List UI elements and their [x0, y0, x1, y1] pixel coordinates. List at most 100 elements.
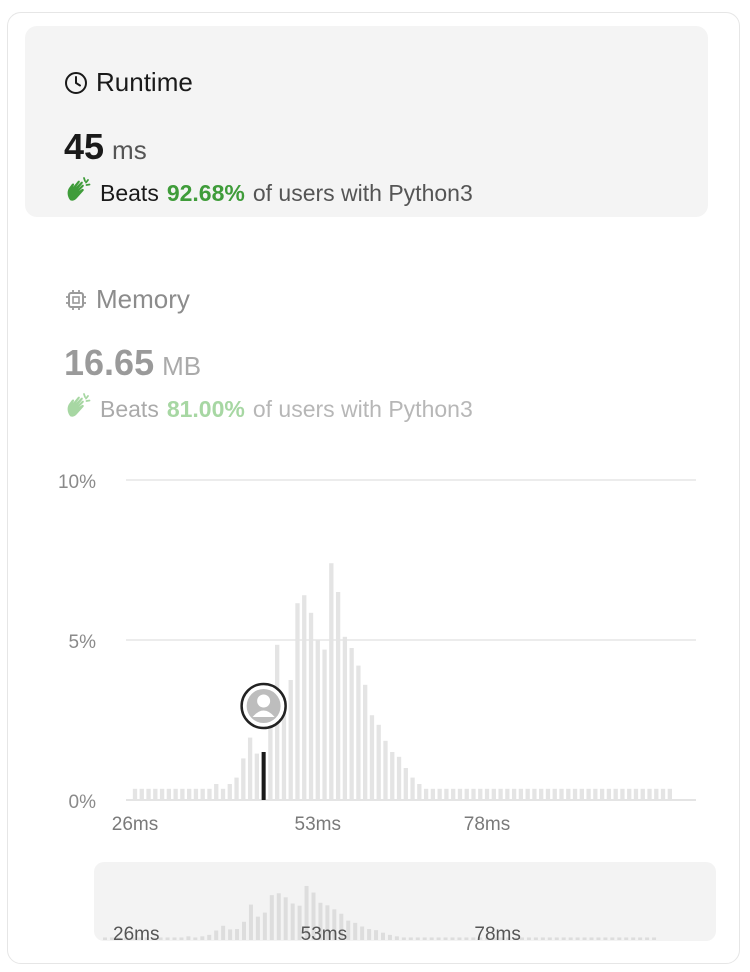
- distribution-bar: [423, 788, 429, 800]
- distribution-bar: [444, 788, 449, 800]
- distribution-bar: [579, 788, 584, 800]
- distribution-bar: [545, 788, 551, 800]
- overview-bar: [561, 937, 566, 940]
- avatar-head: [257, 694, 271, 708]
- distribution-bar: [633, 788, 639, 800]
- distribution-bar: [390, 752, 395, 800]
- overview-bar: [394, 936, 399, 940]
- distribution-bar: [207, 788, 212, 800]
- distribution-bar: [295, 603, 300, 800]
- runtime-distribution-chart: 0% 5% 10% 26ms 53ms 78ms 26ms 53ms 78ms: [58, 472, 696, 945]
- overview-bar: [617, 937, 622, 940]
- distribution-bar: [430, 788, 436, 800]
- distribution-bar: [586, 788, 591, 800]
- overview-bar: [214, 930, 219, 940]
- distribution-bar: [498, 788, 503, 800]
- distribution-bar: [288, 680, 293, 800]
- y-tick-label: 10%: [58, 472, 96, 493]
- distribution-bar: [640, 788, 645, 800]
- distribution-bar: [200, 788, 205, 800]
- overview-bar: [631, 937, 636, 940]
- overview-bar: [248, 904, 253, 940]
- distribution-bar: [220, 788, 226, 800]
- distribution-bar: [166, 788, 171, 800]
- distribution-bar: [654, 788, 659, 800]
- overview-bar: [207, 934, 212, 940]
- distribution-bar: [308, 612, 314, 800]
- distribution-bar: [599, 788, 605, 800]
- distribution-bar: [505, 788, 510, 800]
- x-tick-label: 78ms: [464, 814, 510, 835]
- overview-bar: [596, 937, 601, 940]
- overview-bar: [360, 926, 365, 940]
- distribution-bar: [471, 788, 476, 800]
- overview-bar: [186, 936, 191, 940]
- overview-bar: [283, 897, 288, 940]
- distribution-bar: [234, 777, 239, 800]
- overview-bar: [638, 937, 643, 940]
- distribution-bar: [369, 715, 375, 800]
- overview-bar: [269, 895, 274, 940]
- overview-bar: [554, 937, 559, 940]
- overview-bar: [179, 937, 184, 940]
- distribution-bar: [518, 788, 524, 800]
- distribution-bar: [349, 648, 354, 800]
- distribution-bar: [437, 788, 442, 800]
- distribution-bar: [322, 649, 327, 800]
- your-runtime-bar: [261, 752, 266, 800]
- distribution-bar: [146, 788, 151, 800]
- overview-bar: [547, 937, 552, 940]
- distribution-bar: [153, 788, 158, 800]
- overview-bar: [415, 937, 420, 940]
- overview-bar: [276, 893, 281, 940]
- overview-bar: [353, 922, 358, 940]
- overview-tick-label: 26ms: [113, 924, 159, 945]
- distribution-bar: [647, 788, 652, 800]
- distribution-bar: [187, 788, 192, 800]
- overview-bar: [526, 937, 531, 940]
- overview-bar: [575, 937, 580, 940]
- overview-bar: [624, 937, 629, 940]
- distribution-bar: [417, 784, 422, 800]
- distribution-bar: [247, 737, 253, 800]
- distribution-bar: [478, 788, 483, 800]
- overview-bar: [464, 937, 469, 940]
- distribution-bar: [566, 788, 571, 800]
- distribution-bar: [268, 720, 273, 800]
- distribution-bar: [376, 724, 381, 800]
- distribution-bar: [315, 640, 320, 800]
- distribution-bar: [457, 788, 463, 800]
- overview-bar: [568, 937, 573, 940]
- distribution-bar: [132, 788, 138, 800]
- distribution-bar: [329, 563, 334, 800]
- distribution-bar: [572, 788, 578, 800]
- distribution-bar: [606, 788, 612, 800]
- overview-bar: [290, 903, 295, 940]
- overview-bar: [221, 925, 226, 940]
- overview-bar: [193, 937, 198, 940]
- overview-bar: [401, 937, 406, 940]
- distribution-bar: [173, 788, 178, 800]
- overview-bar: [165, 937, 170, 940]
- distribution-bar: [532, 788, 537, 800]
- overview-bar: [645, 937, 650, 940]
- distribution-bar: [667, 788, 672, 800]
- overview-bar: [603, 937, 608, 940]
- x-tick-label: 26ms: [112, 814, 158, 835]
- overview-bar: [533, 937, 538, 940]
- distribution-bar: [356, 665, 361, 800]
- y-tick-label: 0%: [69, 792, 97, 813]
- overview-tick-label: 78ms: [474, 924, 520, 945]
- overview-bar: [450, 937, 455, 940]
- distribution-bar: [511, 788, 517, 800]
- overview-bar: [582, 937, 587, 940]
- overview-bar: [429, 937, 434, 940]
- distribution-bar: [139, 788, 144, 800]
- distribution-bar: [363, 684, 368, 800]
- overview-bar: [652, 937, 657, 940]
- overview-bar: [255, 916, 260, 940]
- overview-bar: [242, 921, 246, 940]
- overview-bar: [228, 929, 233, 940]
- overview-bar: [540, 937, 545, 940]
- distribution-bar: [159, 788, 165, 800]
